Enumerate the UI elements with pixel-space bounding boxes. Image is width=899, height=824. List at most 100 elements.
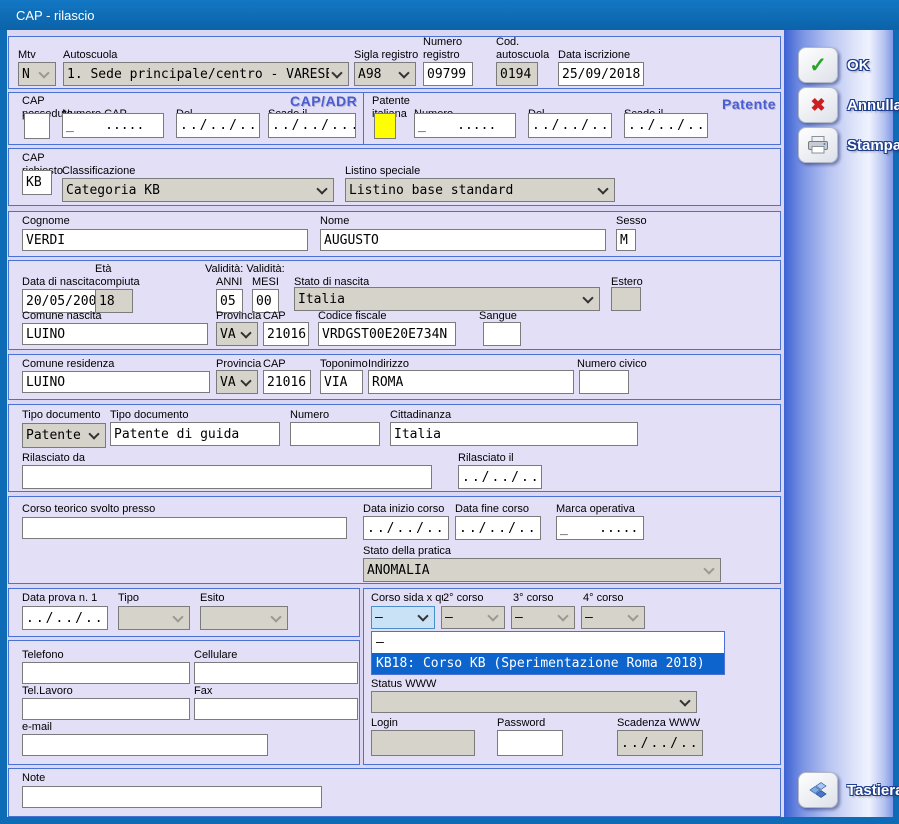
corso4-label: 4° corso [583,592,623,604]
tipo-documento-select[interactable]: Patente [22,423,106,448]
patente-del-field[interactable]: ../../.... [528,113,612,138]
toponimo-label: Toponimo [320,358,368,370]
keyboard-icon [798,772,838,808]
email-field[interactable] [22,734,268,756]
sigla-registro-select[interactable]: A98 [354,62,416,86]
tastiera-button[interactable]: Tastiera [798,772,899,808]
prova-esito-select [200,606,288,630]
chevron-down-icon [679,695,690,706]
cap-posseduto-field[interactable] [24,113,50,139]
patente-numero-field[interactable]: _ ..... [414,113,516,138]
codice-fiscale-label: Codice fiscale [318,310,386,322]
sesso-field[interactable]: M [616,229,636,251]
mtv-label: Mtv [18,49,36,61]
annulla-button[interactable]: ✖ Annulla [798,87,899,123]
cap-scade-field[interactable]: ../../.... [268,113,356,138]
scadenza-www-label: Scadenza WWW [617,717,700,729]
cellulare-field[interactable] [194,662,358,684]
documento-numero-field[interactable] [290,422,380,446]
provincia-residenza-label: Provincia [216,358,261,370]
cod-autoscuola-label: Cod. [496,36,519,48]
tel-lavoro-field[interactable] [22,698,190,720]
chevron-down-icon [398,67,409,78]
tipo-documento-field[interactable]: Patente di guida [110,422,280,446]
data-inizio-corso-field[interactable]: ../../.... [363,516,449,540]
rilasciato-il-field[interactable]: ../../.... [458,465,542,489]
password-label: Password [497,717,545,729]
telefono-label: Telefono [22,649,64,661]
fax-label: Fax [194,685,212,697]
data-fine-corso-field[interactable]: ../../.... [455,516,541,540]
cittadinanza-field[interactable]: Italia [390,422,638,446]
stampa-button[interactable]: Stampa [798,127,899,163]
sigla-registro-label: Sigla registro [354,49,418,61]
password-field[interactable] [497,730,563,756]
marca-operativa-field[interactable]: _ ..... [556,516,644,540]
numero-cap-field[interactable]: _ ..... [62,113,164,138]
sangue-field[interactable] [483,322,521,346]
listino-speciale-select[interactable]: Listino base standard [345,178,615,202]
telefono-field[interactable] [22,662,190,684]
email-label: e-mail [22,721,52,733]
printer-icon [798,127,838,163]
mtv-select[interactable]: N [18,62,56,86]
chevron-down-icon [582,292,593,303]
fax-field[interactable] [194,698,358,720]
numero-civico-field[interactable] [579,370,629,394]
ok-button[interactable]: ✓ OK [798,47,870,83]
corso-sida-select[interactable]: – [371,606,435,629]
cognome-field[interactable]: VERDI [22,229,308,251]
note-field[interactable] [22,786,322,808]
data-prova-field[interactable]: ../../.... [22,606,108,630]
cap-residenza-label: CAP [263,358,286,370]
corso-presso-field[interactable] [22,517,347,539]
data-prova-label: Data prova n. 1 [22,592,97,604]
rilasciato-da-field[interactable] [22,465,432,489]
provincia-residenza-select[interactable]: VA [216,370,258,394]
toponimo-field[interactable]: VIA [320,370,363,394]
eta-label: Età [95,263,112,275]
autoscuola-select[interactable]: 1. Sede principale/centro - VARESE [63,62,349,86]
patente-italiana-flag[interactable] [374,113,396,139]
comune-nascita-field[interactable]: LUINO [22,323,208,345]
dropdown-item-kb18[interactable]: KB18: Corso KB (Sperimentazione Roma 201… [372,653,724,674]
cap-adr-section-title: CAP/ADR [290,93,357,109]
sesso-label: Sesso [616,215,647,227]
anni-label: ANNI [216,276,242,288]
cap-richiesto-field[interactable]: KB [22,170,52,195]
numero-registro-field[interactable]: 09799 [423,62,473,86]
classificazione-label: Classificazione [62,165,135,177]
chevron-down-icon [557,610,568,621]
cap-nascita-field[interactable]: 21016 [263,322,309,346]
cap-residenza-field[interactable]: 21016 [263,370,311,394]
provincia-nascita-label: Provincia [216,310,261,322]
chevron-down-icon [240,327,251,338]
data-fine-corso-label: Data fine corso [455,503,529,515]
chevron-down-icon [316,183,327,194]
dropdown-item-empty[interactable]: – [372,632,724,653]
rilasciato-da-label: Rilasciato da [22,452,85,464]
status-www-select[interactable] [371,691,697,713]
cap-posseduto-label: CAP [22,95,45,107]
status-www-label: Status WWW [371,678,436,690]
stato-nascita-select[interactable]: Italia [294,287,600,311]
codice-fiscale-field[interactable]: VRDGST00E20E734N [318,322,456,346]
chevron-down-icon [487,610,498,621]
numero-civico-label: Numero civico [577,358,647,370]
indirizzo-field[interactable]: ROMA [368,370,574,394]
comune-residenza-field[interactable]: LUINO [22,371,210,393]
patente-scade-field[interactable]: ../../.... [624,113,708,138]
data-nascita-label: Data di nascita [22,276,95,288]
login-field [371,730,475,756]
provincia-nascita-select[interactable]: VA [216,322,258,346]
title-bar: CAP - rilascio [0,0,899,30]
estero-field [611,287,641,311]
listino-speciale-label: Listino speciale [345,165,420,177]
classificazione-select[interactable]: Categoria KB [62,178,334,202]
data-iscrizione-field[interactable]: 25/09/2018 [558,62,644,86]
comune-nascita-label: Comune nascita [22,310,102,322]
cap-rilascio-window: CAP - rilascio Mtv N Autoscuola 1. Sede … [0,0,899,824]
cap-del-field[interactable]: ../../.... [176,113,260,138]
nome-field[interactable]: AUGUSTO [320,229,606,251]
chevron-down-icon [597,183,608,194]
